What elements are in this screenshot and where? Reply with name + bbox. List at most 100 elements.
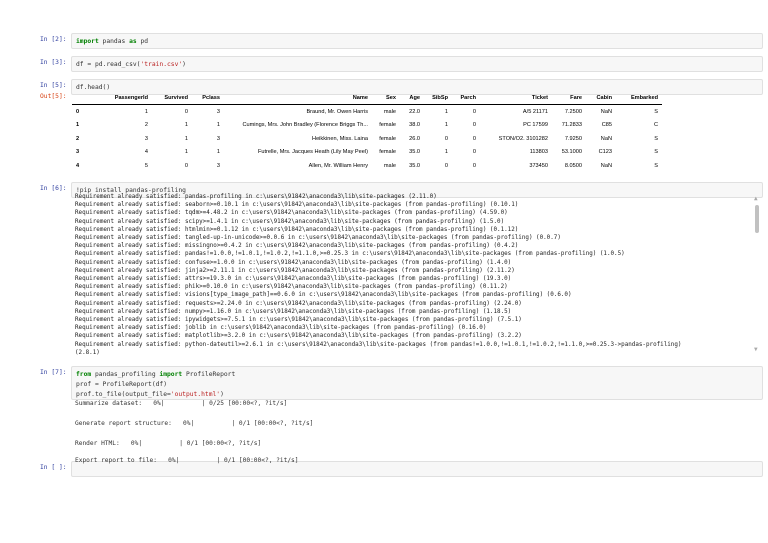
table-cell: NaN xyxy=(600,135,612,142)
scroll-down-icon[interactable]: ▼ xyxy=(754,346,758,353)
output-line: Requirement already satisfied: attrs>=19… xyxy=(75,276,512,283)
table-cell: C xyxy=(653,122,658,129)
output-line: Requirement already satisfied: ipywidget… xyxy=(75,317,522,324)
input-prompt: In [ ]: xyxy=(40,464,67,471)
column-header: Ticket xyxy=(480,92,552,105)
table-cell: 5 xyxy=(144,162,148,169)
table-cell: 1 xyxy=(184,122,188,129)
table-cell: 35.0 xyxy=(409,162,420,169)
table-cell: 71.2833 xyxy=(561,122,582,129)
output-line: Requirement already satisfied: confuse>=… xyxy=(75,259,512,266)
row-index: 3 xyxy=(76,149,80,156)
table-cell: Futrelle, Mrs. Jacques Heath (Lily May P… xyxy=(257,149,368,156)
code-token: pandas_profiling xyxy=(91,371,160,378)
output-line: Requirement already satisfied: htmlmin>=… xyxy=(75,226,519,233)
column-header: Fare xyxy=(552,92,586,105)
table-cell: male xyxy=(383,162,396,169)
input-prompt: In [2]: xyxy=(40,36,67,43)
table-cell: 26.0 xyxy=(409,135,420,142)
table-cell: female xyxy=(379,149,396,156)
code-cell-input[interactable]: from pandas_profiling import ProfileRepo… xyxy=(71,366,763,400)
table-cell: 0 xyxy=(184,162,188,169)
progress-line: Generate report structure: 0%| | 0/1 [00… xyxy=(75,420,314,427)
input-prompt: In [3]: xyxy=(40,59,67,66)
table-cell: S xyxy=(654,108,658,115)
output-line: (2.8.1) xyxy=(75,349,100,355)
table-row: 4 5 0 3 Allen, Mr. William Henry male 35.0 0 0 37… xyxy=(72,159,662,173)
table-cell: 1 xyxy=(444,122,448,129)
table-cell: Cumings, Mrs. John Bradley (Florence Bri… xyxy=(242,122,369,129)
table-cell: 1 xyxy=(216,122,220,129)
output-line: Requirement already satisfied: joblib in… xyxy=(75,325,487,332)
pip-output-scroll-area[interactable]: Requirement already satisfied: pandas-pr… xyxy=(72,193,765,355)
table-row: 1 2 1 1 Cumings, Mrs. John Bradley (Florence… xyxy=(72,119,662,133)
code-token: as xyxy=(129,38,137,45)
table-row: 3 4 1 1 Futrelle, Mrs. Jacques Heath (Lily M… xyxy=(72,146,662,160)
column-header: Parch xyxy=(452,92,480,105)
scroll-up-icon[interactable]: ▲ xyxy=(754,195,758,202)
column-header: Survived xyxy=(152,92,192,105)
output-prompt: Out[5]: xyxy=(40,93,67,100)
table-cell: S xyxy=(654,162,658,169)
code-cell-input[interactable]: df = pd.read_csv('train.csv') xyxy=(71,56,763,72)
scrollbar[interactable]: ▲ ▼ xyxy=(752,193,762,355)
progress-line: Render HTML: 0%| | 0/1 [00:00<?, ?it/s] xyxy=(75,440,262,447)
table-cell: 1 xyxy=(184,149,188,156)
code-token: df.head() xyxy=(76,84,111,91)
column-header xyxy=(72,92,100,105)
code-token: 'train.csv' xyxy=(140,61,183,68)
table-cell: 1 xyxy=(184,135,188,142)
table-cell: 3 xyxy=(144,135,148,142)
table-cell: female xyxy=(379,122,396,129)
code-token: pandas xyxy=(98,38,130,45)
code-cell-input[interactable]: import pandas as pd xyxy=(71,33,763,49)
table-cell: 0 xyxy=(444,162,448,169)
code-token: ) xyxy=(182,61,186,68)
table-cell: 2 xyxy=(144,122,148,129)
output-line: Requirement already satisfied: numpy>=1.… xyxy=(75,308,512,315)
table-cell: 113803 xyxy=(529,149,548,156)
code-token: from xyxy=(76,371,92,378)
output-line: Requirement already satisfied: missingno… xyxy=(75,243,519,250)
table-cell: 1 xyxy=(144,108,148,115)
column-header: Sex xyxy=(372,92,400,105)
progress-line: Export report to file: 0%| | 0/1 [00:00<… xyxy=(75,457,299,464)
code-token: pd xyxy=(136,38,149,45)
column-header: Age xyxy=(400,92,424,105)
table-cell: 0 xyxy=(472,162,476,169)
table-row: 2 3 1 3 Heikkinen, Miss. Laina female 26.0 0 0 ST… xyxy=(72,132,662,146)
output-line: Requirement already satisfied: pandas!=1… xyxy=(75,251,625,258)
row-index: 4 xyxy=(76,162,80,169)
output-line: Requirement already satisfied: tqdm>=4.4… xyxy=(75,210,508,217)
table-cell: Heikkinen, Miss. Laina xyxy=(312,135,368,142)
row-index: 2 xyxy=(76,135,80,142)
table-cell: 3 xyxy=(216,162,220,169)
table-cell: female xyxy=(379,135,396,142)
table-cell: A/5 21171 xyxy=(522,108,548,115)
table-cell: 0 xyxy=(472,122,476,129)
output-line: Requirement already satisfied: requests>… xyxy=(75,300,522,307)
progress-line: Summarize dataset: 0%| | 0/25 [00:00<?, … xyxy=(75,400,288,407)
table-cell: 0 xyxy=(444,135,448,142)
row-index: 0 xyxy=(76,108,80,115)
input-prompt: In [5]: xyxy=(40,82,67,89)
dataframe-table: PassengerId Survived Pclass Name Sex Age SibSp… xyxy=(72,92,662,173)
scrollbar-thumb[interactable] xyxy=(755,205,759,233)
code-token: ) xyxy=(220,391,224,398)
table-cell: 7.9250 xyxy=(564,135,582,142)
table-cell: 8.0500 xyxy=(564,162,582,169)
table-cell: 0 xyxy=(472,135,476,142)
output-line: Requirement already satisfied: jinja2>=2… xyxy=(75,267,515,274)
table-cell: 1 xyxy=(444,149,448,156)
output-line: Requirement already satisfied: tangled-u… xyxy=(75,235,561,242)
code-token: import xyxy=(76,38,99,45)
code-token: df = pd.read_csv( xyxy=(76,61,141,68)
table-cell: 38.0 xyxy=(409,122,420,129)
table-cell: PC 17599 xyxy=(523,122,548,129)
table-cell: 0 xyxy=(472,149,476,156)
column-header: Name xyxy=(224,92,372,105)
output-line: Requirement already satisfied: phik>=0.1… xyxy=(75,284,508,291)
table-cell: 4 xyxy=(144,149,148,156)
table-cell: S xyxy=(654,149,658,156)
table-row: 0 1 0 3 Braund, Mr. Owen Harris male 22.0 1 0 A/5… xyxy=(72,105,662,119)
